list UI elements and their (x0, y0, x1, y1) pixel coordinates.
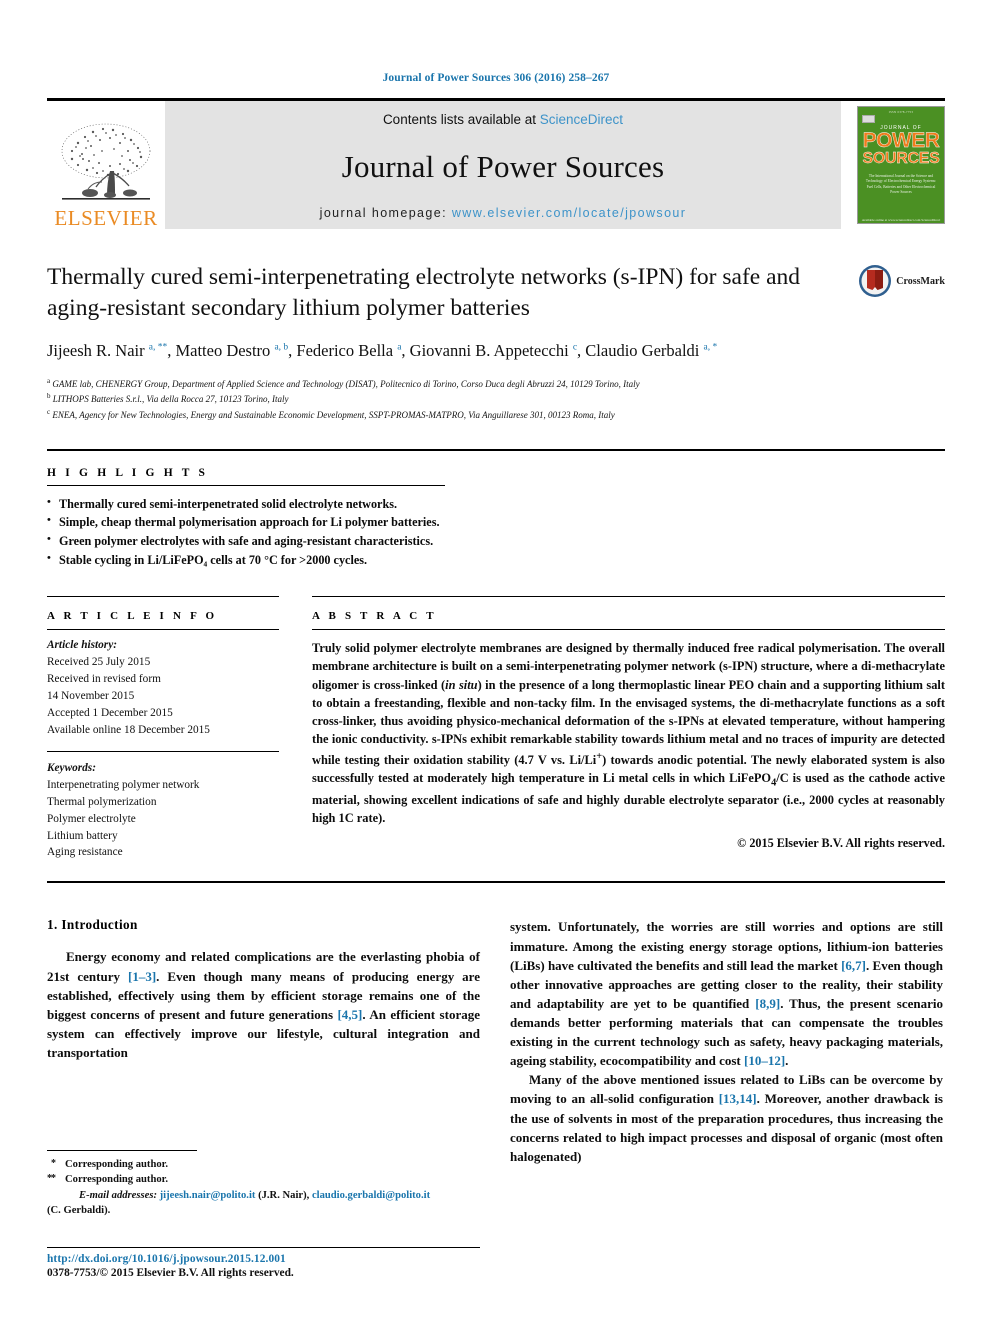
highlights-list: Thermally cured semi-interpenetrated sol… (47, 494, 945, 571)
journal-title: Journal of Power Sources (341, 148, 665, 184)
keyword-item: Interpenetrating polymer network (47, 778, 200, 791)
email-owner-1: (J.R. Nair), (258, 1189, 310, 1201)
history-line: 14 November 2015 (47, 689, 135, 702)
journal-homepage-line: journal homepage: www.elsevier.com/locat… (320, 206, 687, 220)
title-area: Thermally cured semi-interpenetrating el… (47, 262, 945, 323)
article-history-block: Article history: Received 25 July 2015 R… (47, 630, 279, 739)
highlights-section: H I G H L I G H T S Thermally cured semi… (47, 448, 945, 571)
affiliation-item: c ENEA, Agency for New Technologies, Ene… (47, 407, 907, 423)
cover-publisher-mark-icon (862, 115, 875, 123)
keywords-block: Keywords: Interpenetrating polymer netwo… (47, 752, 279, 862)
footnote-emails: E-mail addresses: jijeesh.nair@polito.it… (47, 1188, 480, 1203)
list-item: Green polymer electrolytes with safe and… (47, 531, 945, 551)
article-page: Journal of Power Sources 306 (2016) 258–… (0, 0, 992, 1323)
issn-copyright-line: 0378-7753/© 2015 Elsevier B.V. All right… (47, 1267, 294, 1279)
highlights-heading: H I G H L I G H T S (47, 466, 209, 479)
affiliation-mark: b (47, 392, 51, 401)
body-column-left: 1. Introduction Energy economy and relat… (47, 917, 480, 1165)
affiliation-item: b LITHOPS Batteries S.r.l., Via della Ro… (47, 391, 907, 407)
asterisk-icon: * (51, 1158, 56, 1169)
affiliation-list: a GAME lab, CHENERGY Group, Department o… (47, 376, 907, 423)
history-line: Received in revised form (47, 673, 161, 686)
affiliation-item: a GAME lab, CHENERGY Group, Department o… (47, 376, 907, 392)
article-info-column: A R T I C L E I N F O Article history: R… (47, 596, 279, 861)
crossmark-icon (859, 265, 892, 297)
doi-link[interactable]: http://dx.doi.org/10.1016/j.jpowsour.201… (47, 1253, 517, 1265)
abstract-top-rule (312, 596, 945, 598)
contents-prefix: Contents lists available at (382, 112, 540, 127)
keyword-item: Polymer electrolyte (47, 812, 136, 825)
highlights-underline (47, 484, 445, 486)
cover-line3: SOURCES (862, 149, 940, 167)
keyword-item: Lithium battery (47, 829, 118, 842)
keyword-item: Thermal polymerization (47, 795, 157, 808)
footnote-corresponding-single: * Corresponding author. (47, 1157, 480, 1172)
list-item: Thermally cured semi-interpenetrated sol… (47, 494, 945, 514)
footnote-block: * Corresponding author. ** Corresponding… (47, 1150, 480, 1218)
cover-footer: Available online at www.sciencedirect.co… (861, 217, 941, 222)
paragraph: Many of the above mentioned issues relat… (510, 1072, 943, 1164)
running-head: Journal of Power Sources 306 (2016) 258–… (382, 72, 610, 84)
affiliation-mark: c (47, 407, 51, 416)
cover-subtitle: The International Journal on the Science… (865, 174, 937, 195)
info-top-rule (47, 596, 279, 598)
doi-block: http://dx.doi.org/10.1016/j.jpowsour.201… (47, 1247, 517, 1279)
article-history-label: Article history: (47, 639, 117, 652)
paragraph: Energy economy and related complications… (47, 949, 480, 1060)
email-addresses-label: E-mail addresses: (79, 1189, 157, 1201)
page-title: Thermally cured semi-interpenetrating el… (47, 264, 801, 321)
keyword-item: Aging resistance (47, 846, 123, 859)
crossmark-label: CrossMark (896, 275, 945, 287)
affiliation-text: ENEA, Agency for New Technologies, Energ… (52, 409, 615, 420)
info-abstract-row: A R T I C L E I N F O Article history: R… (47, 596, 945, 861)
list-item: Simple, cheap thermal polymerisation app… (47, 512, 945, 532)
elsevier-logo: ELSEVIER (47, 101, 165, 229)
masthead-center-band: Contents lists available at ScienceDirec… (165, 101, 841, 229)
author-list: Jijeesh R. Nair a, **, Matteo Destro a, … (47, 341, 718, 361)
affiliation-mark: a (47, 376, 51, 385)
elsevier-tree-icon (61, 123, 151, 200)
footnote-rule (47, 1150, 197, 1151)
homepage-prefix: journal homepage: (319, 206, 452, 220)
highlights-top-rule (47, 448, 945, 451)
cover-issn: ISSN 0378-7753 (888, 110, 914, 114)
history-line: Received 25 July 2015 (47, 656, 151, 669)
crossmark-badge[interactable]: CrossMark (858, 264, 945, 298)
body-column-right: system. Unfortunately, the worries are s… (510, 917, 943, 1165)
footnote-text: Corresponding author. (65, 1159, 169, 1170)
affiliation-text: LITHOPS Batteries S.r.l., Via della Rocc… (52, 394, 289, 405)
contents-lists-line: Contents lists available at ScienceDirec… (383, 112, 623, 127)
body-top-rule (47, 881, 945, 884)
history-line: Accepted 1 December 2015 (47, 706, 173, 719)
abstract-column: A B S T R A C T Truly solid polymer elec… (312, 596, 945, 861)
footnote-corresponding-double: ** Corresponding author. (47, 1172, 480, 1187)
paragraph: system. Unfortunately, the worries are s… (510, 919, 943, 1069)
body-columns: 1. Introduction Energy economy and relat… (47, 917, 945, 1165)
article-info-heading: A R T I C L E I N F O (47, 610, 218, 623)
double-asterisk-icon: ** (47, 1173, 56, 1185)
footnote-text: Corresponding author. (65, 1174, 169, 1186)
email-link-2[interactable]: claudio.gerbaldi@polito.it (312, 1190, 430, 1201)
sciencedirect-link[interactable]: ScienceDirect (540, 112, 623, 127)
journal-cover-block: ISSN 0378-7753 JOURNAL OF POWER SOURCES … (841, 101, 945, 229)
keywords-label: Keywords: (47, 761, 96, 774)
section-heading-introduction: 1. Introduction (47, 917, 138, 933)
journal-masthead: ELSEVIER Contents lists available at Sci… (47, 98, 945, 229)
abstract-heading: A B S T R A C T (312, 610, 437, 623)
homepage-url-link[interactable]: www.elsevier.com/locate/jpowsour (452, 206, 686, 220)
history-line: Available online 18 December 2015 (47, 723, 210, 736)
email-link-1[interactable]: jijeesh.nair@polito.it (160, 1190, 256, 1201)
list-item: Stable cycling in Li/LiFePO₄ cells at 70… (47, 550, 945, 570)
elsevier-wordmark: ELSEVIER (54, 206, 158, 230)
journal-cover-thumbnail[interactable]: ISSN 0378-7753 JOURNAL OF POWER SOURCES … (857, 106, 945, 224)
affiliation-text: GAME lab, CHENERGY Group, Department of … (52, 378, 640, 389)
footnote-email-owner-2: (C. Gerbaldi). (47, 1204, 111, 1216)
abstract-text: Truly solid polymer electrolyte membrane… (312, 641, 946, 825)
cover-line2: POWER (862, 128, 940, 152)
doi-rule (47, 1247, 480, 1248)
abstract-copyright: © 2015 Elsevier B.V. All rights reserved… (737, 836, 945, 851)
